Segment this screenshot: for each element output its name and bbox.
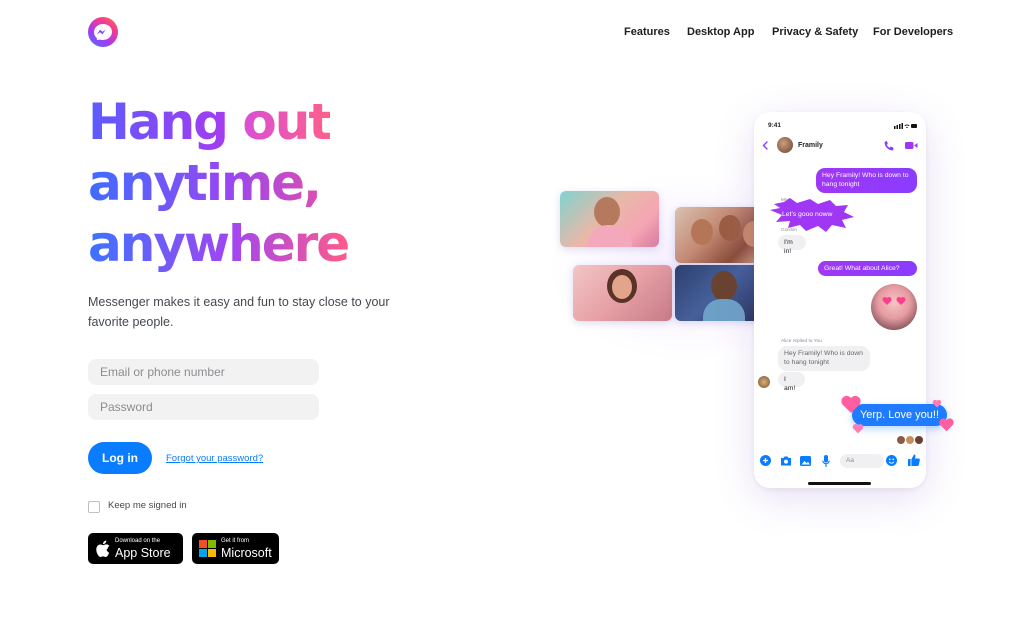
microsoft-icon [199,540,216,557]
login-button[interactable]: Log in [88,442,152,474]
camera-icon[interactable] [780,456,792,466]
heart-icon [841,395,861,413]
ms-store-big-text: Microsoft [221,546,272,560]
heart-icon-small [939,418,954,432]
friend-photo-1 [560,191,659,247]
chat-name: Framily [798,142,823,149]
emoji-icon[interactable] [886,455,897,466]
email-field[interactable] [88,359,319,385]
message-bubble-3: I'm in! [778,235,806,255]
messenger-logo-icon[interactable] [88,17,118,47]
phone-mockup: 9:41 Framily Hey Framily! Who is down to… [754,112,926,488]
hero-subtitle: Messenger makes it easy and fun to stay … [88,295,390,329]
phone-call-icon[interactable] [884,140,895,151]
status-time: 9:41 [768,122,782,129]
mic-icon[interactable] [822,455,830,467]
back-icon[interactable] [762,141,768,150]
ms-store-small-text: Get it from [221,538,250,544]
reply-context: Alice replied to You [781,339,822,344]
plus-icon[interactable] [760,455,771,466]
message-bubble-5: Hey Framily! Who is down to hang tonight [778,346,870,371]
message-bubble-2: Let's gooo noww [782,211,833,218]
app-store-small-text: Download on the [115,538,161,544]
heart-icon-tiny-2 [932,399,942,408]
apple-icon [96,540,110,557]
nav-desktop-app[interactable]: Desktop App [687,26,754,38]
message-bubble-4: Great! What about Alice? [818,261,917,276]
hero-word-hang: Hang [88,93,229,151]
password-field[interactable] [88,394,319,420]
hero-line-anywhere: anywhere [88,215,350,273]
keep-signed-in-label: Keep me signed in [108,500,187,511]
forgot-password-link[interactable]: Forgot your password? [166,453,263,464]
read-receipts [897,436,923,444]
reaction-photo [871,284,917,330]
app-store-badge[interactable]: Download on the App Store [88,533,183,564]
composer-input[interactable]: Aa [840,454,884,468]
thumbs-up-icon[interactable] [908,454,920,466]
composer-placeholder: Aa [846,456,854,464]
microsoft-store-badge[interactable]: Get it from Microsoft [192,533,279,564]
group-avatar [777,137,793,153]
nav-features[interactable]: Features [624,26,670,38]
image-icon[interactable] [800,456,811,466]
sender-name-2: Gordon [781,228,797,233]
hero-line-anytime: anytime, [88,153,348,214]
home-indicator [808,482,871,485]
heart-icon-tiny [852,424,864,434]
hero-headline: Hang out anytime, anywhere [88,92,350,275]
sender-avatar [758,376,770,388]
heart-eyes [882,297,906,305]
nav-for-developers[interactable]: For Developers [873,26,953,38]
video-call-icon[interactable] [905,141,918,150]
status-icons [894,123,917,129]
message-bubble-6: I am! [778,372,805,392]
message-bubble-1: Hey Framily! Who is down to hang tonight [816,168,917,193]
keep-signed-in-checkbox[interactable] [88,501,100,513]
nav-privacy-safety[interactable]: Privacy & Safety [772,26,858,38]
hero-word-out: out [242,93,332,151]
friend-photo-3 [573,265,672,321]
app-store-big-text: App Store [115,546,171,560]
